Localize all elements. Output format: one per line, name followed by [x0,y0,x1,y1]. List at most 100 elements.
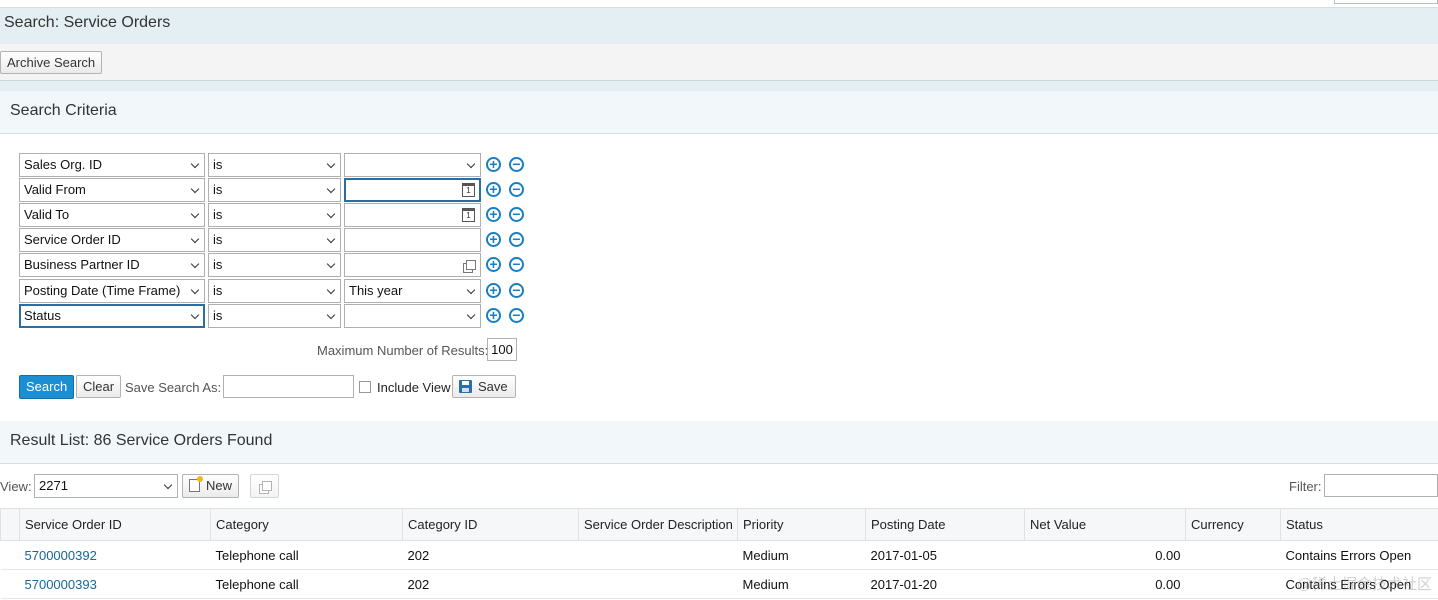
operator-select[interactable]: is [208,228,341,252]
chevron-down-icon [326,285,336,295]
criteria-row: Service Order ID is + − [0,228,540,252]
priority-cell: Medium [737,569,866,599]
field-select[interactable]: Status [19,304,205,328]
currency-cell [1185,540,1281,570]
include-view-checkbox[interactable] [359,381,371,393]
save-search-as-input[interactable] [223,375,354,398]
criteria-row: Sales Org. ID is + − [0,153,540,177]
column-header[interactable]: Category ID [402,508,579,541]
max-results-label: Maximum Number of Results: [317,343,489,358]
chevron-down-icon [190,159,200,169]
operator-select-value: is [213,232,223,247]
criteria-row: Valid From is 1 + − [0,178,540,202]
posting-date-cell: 2017-01-05 [865,540,1025,570]
service-order-link[interactable]: 5700000392 [25,548,97,563]
operator-select-value: is [213,308,223,323]
view-select[interactable]: 2271 [34,474,178,498]
save-search-as-label: Save Search As: [125,380,222,395]
operator-select[interactable]: is [208,203,341,227]
description-cell [578,540,738,570]
new-button[interactable]: New [182,474,240,498]
field-select[interactable]: Valid From [19,178,205,202]
add-row-icon[interactable]: + [486,283,501,298]
value-select[interactable] [344,304,481,328]
column-header[interactable]: Currency [1185,508,1281,541]
copy-button[interactable] [250,474,279,498]
chevron-down-icon [326,259,336,269]
category-id-cell: 202 [402,540,579,570]
remove-row-icon[interactable]: − [509,308,524,323]
operator-select-value: is [213,207,223,222]
save-button[interactable]: Save [452,375,516,398]
remove-row-icon[interactable]: − [509,207,524,222]
add-row-icon[interactable]: + [486,308,501,323]
table-header-row: Service Order ID Category Category ID Se… [0,508,1438,541]
date-input[interactable]: 1 [344,178,481,202]
add-row-icon[interactable]: + [486,232,501,247]
search-criteria-header: Search Criteria [0,91,1438,134]
remove-row-icon[interactable]: − [509,182,524,197]
row-selector-header [0,508,20,541]
column-header[interactable]: Service Order ID [19,508,211,541]
add-row-icon[interactable]: + [486,182,501,197]
result-toolbar: View: 2271 New Filter: [0,465,1438,507]
table-row[interactable]: 5700000393 Telephone call 202 Medium 201… [0,569,1438,599]
remove-row-icon[interactable]: − [509,283,524,298]
criteria-row: Posting Date (Time Frame) is This year +… [0,279,540,303]
valuehelp-input[interactable] [344,253,481,277]
calendar-icon[interactable]: 1 [462,208,475,222]
operator-select[interactable]: is [208,153,341,177]
max-results-input[interactable]: 100 [487,338,517,361]
value-help-icon[interactable] [463,260,476,273]
search-criteria-title: Search Criteria [10,102,117,119]
date-input[interactable]: 1 [344,203,481,227]
operator-select[interactable]: is [208,304,341,328]
posting-date-cell: 2017-01-20 [865,569,1025,599]
clear-button[interactable]: Clear [76,375,122,398]
top-right-input[interactable] [1334,0,1438,4]
column-header[interactable]: Priority [737,508,866,541]
add-row-icon[interactable]: + [486,207,501,222]
text-input[interactable] [344,228,481,252]
value-select-value: This year [349,283,403,298]
column-header[interactable]: Posting Date [865,508,1025,541]
chevron-down-icon [466,159,476,169]
filter-input[interactable] [1324,474,1438,497]
calendar-icon[interactable]: 1 [462,183,475,197]
search-button[interactable]: Search [19,375,75,399]
watermark: @稀土掘金技术社区 [1296,576,1432,593]
table-row[interactable]: 5700000392 Telephone call 202 Medium 201… [0,540,1438,570]
archive-search-button[interactable]: Archive Search [0,51,103,74]
top-strip [0,0,1438,8]
column-header[interactable]: Service Order Description [578,508,738,541]
add-row-icon[interactable]: + [486,157,501,172]
field-select[interactable]: Posting Date (Time Frame) [19,279,205,303]
page-header: Search: Service Orders [0,8,1438,44]
field-select[interactable]: Business Partner ID [19,253,205,277]
criteria-row: Business Partner ID is + − [0,253,540,277]
column-header[interactable]: Status [1280,508,1438,541]
chevron-down-icon [190,285,200,295]
remove-row-icon[interactable]: − [509,257,524,272]
row-selector[interactable] [0,540,20,570]
operator-select-value: is [213,182,223,197]
operator-select[interactable]: is [208,279,341,303]
field-select[interactable]: Valid To [19,203,205,227]
criteria-row: Valid To is 1 + − [0,203,540,227]
row-selector[interactable] [0,569,20,599]
remove-row-icon[interactable]: − [509,232,524,247]
column-header[interactable]: Net Value [1024,508,1186,541]
field-select-value: Valid From [24,182,86,197]
value-select[interactable] [344,153,481,177]
field-select[interactable]: Sales Org. ID [19,153,205,177]
operator-select[interactable]: is [208,178,341,202]
value-select[interactable]: This year [344,279,481,303]
copy-icon [259,481,272,494]
operator-select[interactable]: is [208,253,341,277]
field-select[interactable]: Service Order ID [19,228,205,252]
service-order-link[interactable]: 5700000393 [25,577,97,592]
view-select-value: 2271 [39,478,68,493]
column-header[interactable]: Category [210,508,403,541]
add-row-icon[interactable]: + [486,257,501,272]
remove-row-icon[interactable]: − [509,157,524,172]
